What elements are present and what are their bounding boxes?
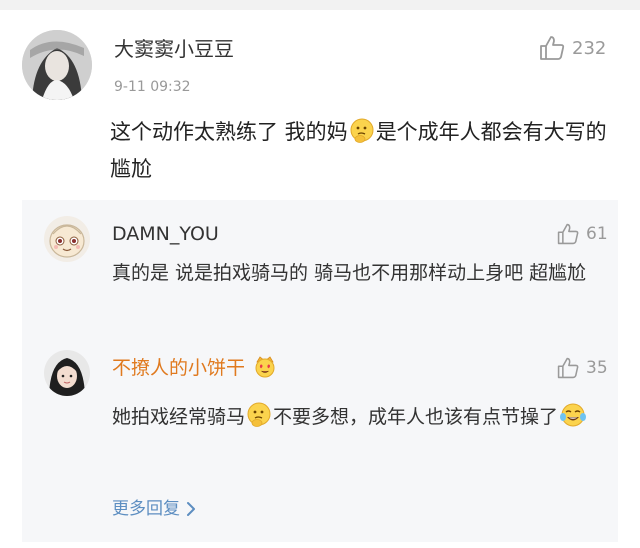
reply-avatar[interactable]	[44, 350, 90, 396]
heart-eyes-crown-icon	[253, 354, 277, 384]
reply-like-count: 61	[586, 224, 608, 244]
more-replies-label: 更多回复	[112, 499, 180, 519]
thumbs-up-icon	[557, 223, 579, 245]
reply-body: 真的是 说是拍戏骑马的 骑马也不用那样动上身吧 超尴尬	[112, 262, 587, 284]
reply-like-button[interactable]: 61	[556, 219, 608, 249]
tears-of-joy-icon	[559, 402, 587, 441]
thinking-face-icon	[246, 402, 272, 441]
like-button[interactable]: 232	[538, 33, 606, 63]
reply-body: 她拍戏经常骑马 不要多想，成年人也该有点节操了	[112, 398, 610, 441]
reply-like-count: 35	[586, 358, 608, 378]
user-avatar[interactable]	[22, 30, 92, 100]
comment-text-part1: 这个动作太熟练了 我的妈	[110, 120, 348, 144]
thumbs-up-icon	[540, 36, 565, 60]
thumbs-up-icon	[557, 357, 579, 379]
reply-username[interactable]: DAMN_YOU	[112, 222, 219, 246]
reply-username-text: 不撩人的小饼干	[112, 357, 246, 379]
chevron-right-icon	[187, 502, 195, 516]
username[interactable]: 大窦窦小豆豆	[114, 36, 234, 62]
reply-text-part2: 不要多想，成年人也该有点节操了	[273, 406, 559, 428]
comment-body: 这个动作太熟练了 我的妈 是个成年人都会有大写的尴尬	[110, 116, 610, 185]
reply-username[interactable]: 不撩人的小饼干	[112, 354, 278, 384]
reply-avatar[interactable]	[44, 216, 90, 262]
comment-thread: 大窦窦小豆豆 9-11 09:32 232 这个动作太熟练了 我的妈 是个成年人都…	[0, 0, 640, 548]
reply-text-part1: 她拍戏经常骑马	[112, 406, 246, 428]
thinking-face-icon	[349, 118, 375, 153]
more-replies-link[interactable]: 更多回复	[112, 498, 196, 520]
like-count: 232	[572, 37, 607, 59]
reply-like-button[interactable]: 35	[556, 353, 608, 383]
top-divider	[0, 0, 640, 10]
comment-time: 9-11 09:32	[114, 79, 191, 95]
